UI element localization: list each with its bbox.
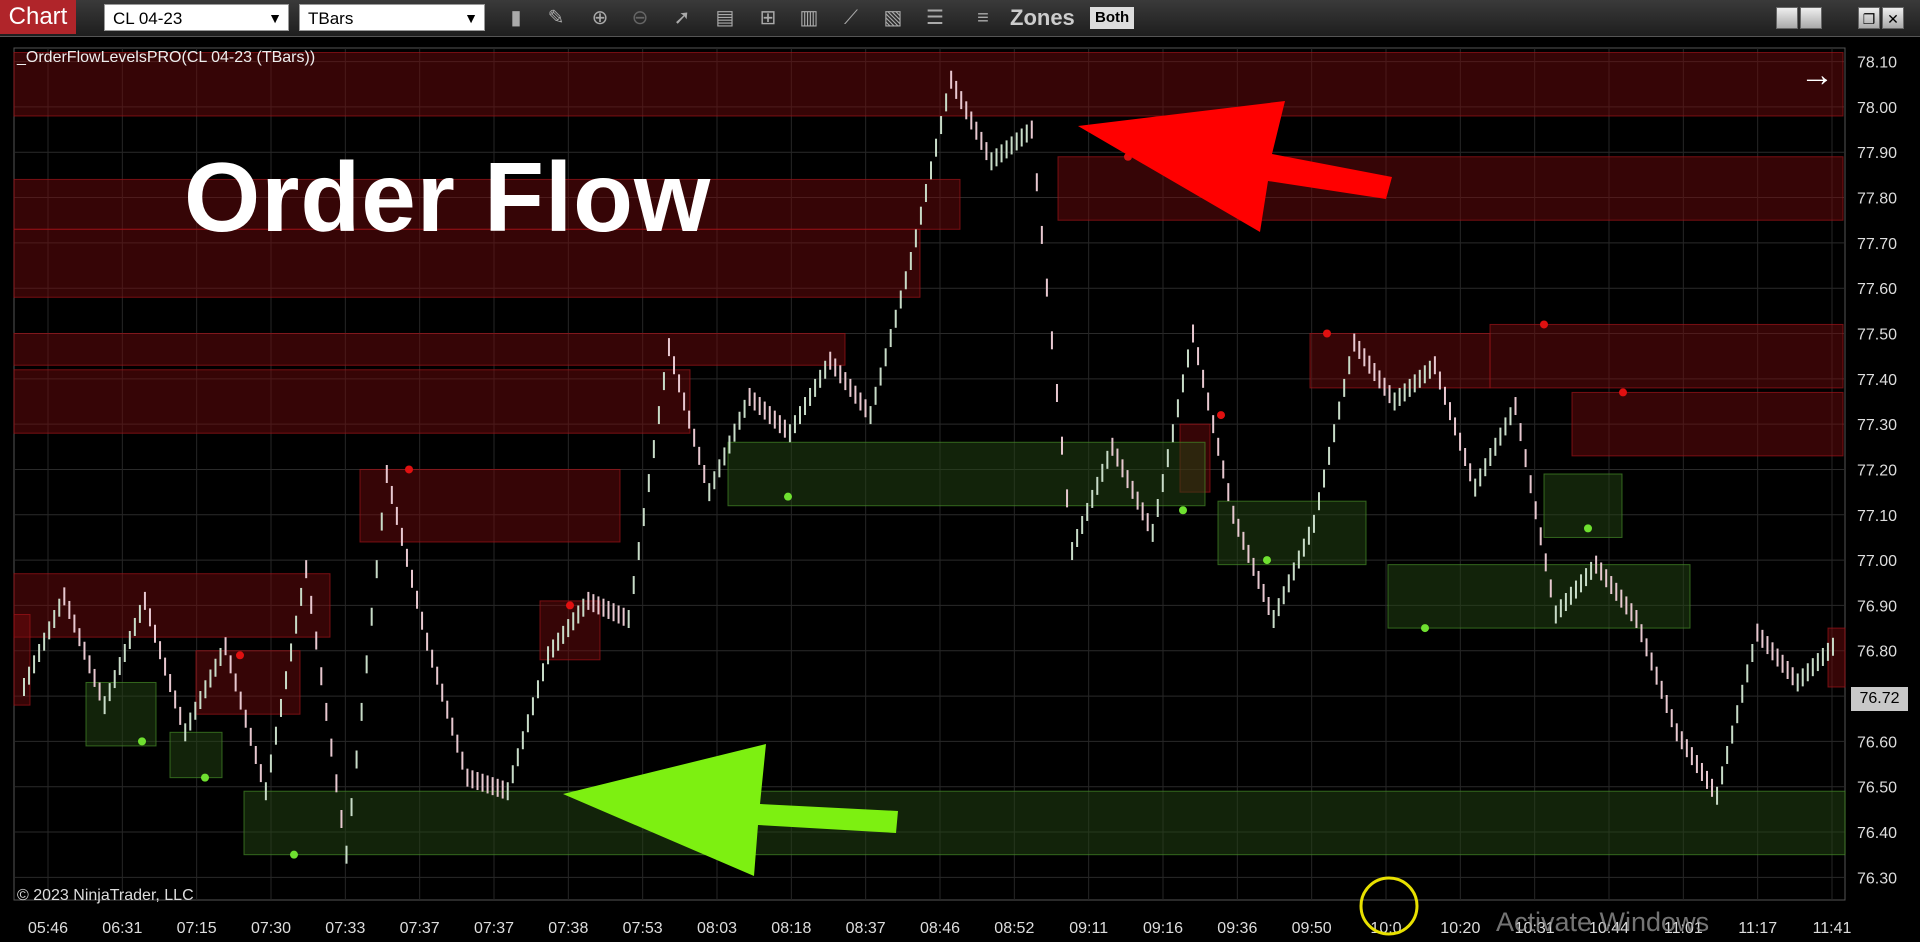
current-price-marker: 76.72 — [1851, 687, 1908, 711]
x-tick-label: 06:31 — [102, 920, 142, 937]
y-tick-label: 77.80 — [1857, 191, 1897, 208]
x-tick-label: 11:41 — [1813, 920, 1852, 937]
x-tick-label: 07:37 — [400, 920, 440, 937]
x-tick-label: 08:52 — [994, 920, 1034, 937]
y-tick-label: 77.20 — [1857, 462, 1897, 479]
supply-dot — [1540, 320, 1548, 329]
x-tick-label: 07:30 — [251, 920, 291, 937]
overlay-title: Order Flow — [184, 142, 712, 252]
supply-zone — [13, 333, 846, 366]
supply-dot — [405, 465, 413, 474]
y-tick-label: 77.40 — [1857, 372, 1897, 389]
demand-zone — [1387, 564, 1691, 629]
y-tick-label: 77.10 — [1857, 508, 1897, 525]
supply-zone — [1309, 333, 1491, 389]
x-tick-label: 08:37 — [846, 920, 886, 937]
x-tick-label: 05:46 — [28, 920, 68, 937]
y-tick-label: 78.00 — [1857, 100, 1897, 117]
supply-dot — [1323, 329, 1331, 338]
x-tick-label: 11:17 — [1738, 920, 1777, 937]
x-tick-label: 08:03 — [697, 920, 737, 937]
x-tick-label: 10:20 — [1440, 920, 1480, 937]
supply-dot — [1619, 388, 1627, 397]
x-tick-label: 07:37 — [474, 920, 514, 937]
y-tick-label: 78.10 — [1857, 55, 1897, 72]
scroll-right-icon[interactable]: → — [1800, 58, 1834, 92]
supply-zone — [13, 573, 331, 638]
x-tick-label: 08:46 — [920, 920, 960, 937]
x-tick-label: 07:53 — [623, 920, 663, 937]
demand-zone — [243, 790, 1846, 856]
supply-dot — [236, 651, 244, 660]
supply-zone — [1827, 627, 1846, 688]
supply-zone — [1571, 391, 1844, 457]
y-tick-label: 77.70 — [1857, 236, 1897, 253]
copyright-text: © 2023 NinjaTrader, LLC — [17, 887, 194, 904]
y-tick-label: 77.30 — [1857, 417, 1897, 434]
x-tick-label: 07:33 — [325, 920, 365, 937]
supply-zone — [13, 369, 691, 434]
demand-dot — [784, 492, 792, 501]
x-tick-label: 09:16 — [1143, 920, 1183, 937]
demand-dot — [1421, 624, 1429, 633]
x-tick-label: 09:36 — [1217, 920, 1257, 937]
y-tick-label: 77.60 — [1857, 281, 1897, 298]
y-tick-label: 76.60 — [1857, 734, 1897, 751]
supply-zone — [195, 650, 301, 715]
demand-zone — [1543, 473, 1623, 538]
y-tick-label: 76.40 — [1857, 825, 1897, 842]
supply-dot — [566, 601, 574, 610]
x-tick-label: 09:50 — [1292, 920, 1332, 937]
demand-dot — [201, 773, 209, 782]
x-tick-label: 08:18 — [771, 920, 811, 937]
indicator-label: _OrderFlowLevelsPRO(CL 04-23 (TBars)) — [17, 49, 316, 66]
supply-dot — [1217, 411, 1225, 420]
y-tick-label: 76.30 — [1857, 870, 1897, 887]
demand-dot — [1584, 524, 1592, 533]
y-tick-label: 76.80 — [1857, 644, 1897, 661]
demand-dot — [138, 737, 146, 746]
demand-zone — [169, 731, 223, 779]
activate-windows-watermark: Activate Windows — [1496, 907, 1710, 937]
x-tick-label: 07:15 — [177, 920, 217, 937]
y-tick-label: 76.50 — [1857, 780, 1897, 797]
y-tick-label: 77.50 — [1857, 327, 1897, 344]
supply-zone — [1489, 323, 1844, 389]
supply-zone — [359, 468, 621, 543]
demand-zone — [85, 681, 157, 747]
demand-dot — [290, 850, 298, 859]
x-tick-label: 07:38 — [548, 920, 588, 937]
demand-dot — [1263, 556, 1271, 565]
demand-zone — [1217, 500, 1367, 566]
y-tick-label: 77.00 — [1857, 553, 1897, 570]
x-tick-label: 09:11 — [1069, 920, 1108, 937]
y-tick-label: 77.90 — [1857, 145, 1897, 162]
y-tick-label: 76.90 — [1857, 598, 1897, 615]
demand-dot — [1179, 506, 1187, 515]
supply-zone — [13, 613, 31, 706]
